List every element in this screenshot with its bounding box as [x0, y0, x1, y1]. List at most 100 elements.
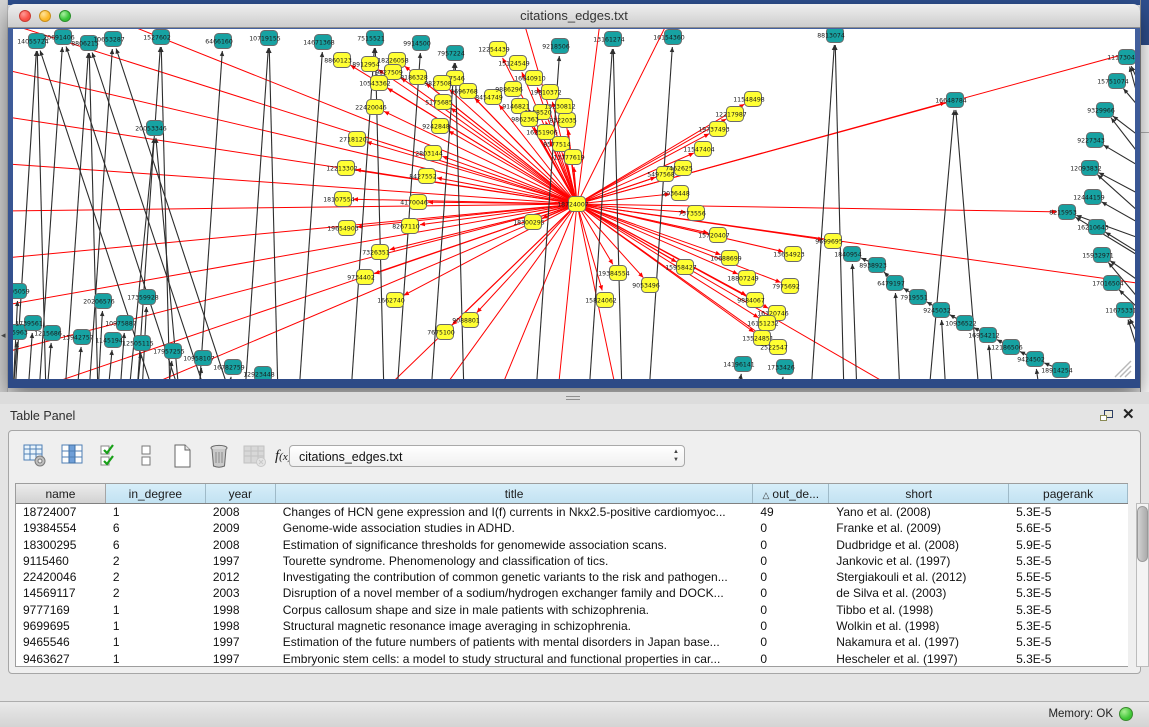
panel-splitter[interactable]: [0, 392, 1149, 404]
edge-arrowhead: [599, 285, 603, 290]
network-node-label: 15751074: [1097, 78, 1129, 85]
black-edge: [351, 48, 374, 379]
select-all-rows-icon[interactable]: [99, 443, 123, 469]
table-row[interactable]: 969969511998Structural magnetic resonanc…: [16, 618, 1128, 634]
network-node-label: 8813074: [817, 32, 845, 39]
black-edge: [28, 333, 32, 379]
network-node-label: 9053496: [632, 282, 660, 289]
red-edge: [463, 204, 577, 379]
black-edge: [1104, 145, 1135, 166]
network-node-label: 19654903: [327, 225, 359, 232]
column-header[interactable]: year: [206, 484, 276, 503]
delete-rows-icon[interactable]: [207, 443, 231, 469]
table-cell: 2: [106, 569, 206, 585]
network-node-label: 9329966: [1087, 107, 1115, 114]
network-node-label: 13942757: [62, 334, 94, 341]
table-row[interactable]: 946362711997Embryonic stem cells: a mode…: [16, 651, 1128, 667]
network-node-label: 8267110: [392, 223, 420, 230]
memory-ok-indicator[interactable]: [1119, 707, 1133, 721]
table-row[interactable]: 1872400712008Changes of HCN gene express…: [16, 504, 1128, 520]
network-node-label: 7573556: [678, 210, 706, 217]
left-collapsed-panel[interactable]: ◂: [0, 0, 8, 392]
network-node-label: 17957255: [153, 348, 185, 355]
table-cell: Corpus callosum shape and size in male p…: [276, 602, 754, 618]
table-cell: 5.6E-5: [1009, 520, 1128, 536]
table-cell: 5.9E-5: [1009, 537, 1128, 553]
table-row[interactable]: 2242004622012Investigating the contribut…: [16, 569, 1128, 585]
edge-arrowhead: [116, 48, 120, 53]
splitter-grip-icon[interactable]: [566, 394, 580, 402]
table-cell: 1: [106, 602, 206, 618]
red-edge: [577, 29, 713, 204]
network-canvas[interactable]: 1872400788601238912954182260589827509818…: [13, 29, 1135, 379]
table-row[interactable]: 1830029562008Estimation of significance …: [16, 537, 1128, 553]
edge-arrowhead: [418, 53, 422, 58]
table-row[interactable]: 946554611997Estimation of the future num…: [16, 634, 1128, 650]
table-scrollbar[interactable]: [1136, 503, 1149, 667]
table-cell: 18724007: [16, 504, 106, 520]
table-selector-dropdown[interactable]: citations_edges.txt ▲▼: [289, 445, 685, 467]
network-node-label: 8912954: [352, 61, 380, 68]
network-node-label: 13161274: [593, 36, 625, 43]
red-edge: [577, 204, 1057, 212]
network-node-label: 25205059: [13, 288, 30, 295]
black-edge: [269, 48, 278, 379]
network-node-label: 10975887: [105, 320, 137, 327]
edge-arrowhead: [420, 222, 425, 226]
network-node-label: 9242848: [422, 123, 450, 130]
panel-collapse-arrow-icon[interactable]: ◂: [1, 330, 6, 341]
network-node-label: 15958427: [665, 264, 697, 271]
table-row[interactable]: 1456911722003Disruption of a novel membe…: [16, 585, 1128, 601]
edge-arrowhead: [49, 343, 53, 348]
table-cell: de Silva et al. (2003): [829, 585, 1009, 601]
network-node-label: 18300295: [513, 219, 545, 226]
edge-arrowhead: [228, 377, 232, 379]
column-header[interactable]: name: [16, 484, 106, 503]
column-header[interactable]: pagerank: [1009, 484, 1128, 503]
window-titlebar[interactable]: citations_edges.txt: [8, 4, 1140, 28]
table-cell: 0: [753, 585, 829, 601]
network-node-label: 9245032: [923, 307, 951, 314]
network-node-label: 13654923: [773, 251, 805, 258]
memory-status-label: Memory: OK: [1048, 708, 1113, 720]
unselect-rows-icon[interactable]: [135, 443, 159, 469]
table-cell: 1: [106, 504, 206, 520]
network-node-label: 7462625: [665, 165, 693, 172]
network-node-label: 15824062: [585, 297, 617, 304]
network-node-label: 9699695: [815, 238, 843, 245]
select-column-icon[interactable]: [61, 443, 85, 469]
network-node-label: 2803144: [415, 150, 443, 157]
black-edge: [1099, 173, 1135, 194]
table-row[interactable]: 977716911998Corpus callosum shape and si…: [16, 602, 1128, 618]
column-header[interactable]: short: [829, 484, 1009, 503]
network-node-label: 12444159: [1073, 194, 1105, 201]
table-cell: 2008: [206, 504, 276, 520]
new-table-icon[interactable]: [171, 443, 195, 469]
column-header[interactable]: title: [276, 484, 754, 503]
network-svg: 1872400788601238912954182260589827509818…: [13, 29, 1135, 379]
table-cell: Changes of HCN gene expression and I(f) …: [276, 504, 754, 520]
network-node-label: 7957224: [437, 50, 465, 57]
table-cell: 1997: [206, 651, 276, 667]
table-cell: Genome-wide association studies in ADHD.: [276, 520, 754, 536]
network-view-window: citations_edges.txt 18724007886012389129…: [8, 4, 1140, 388]
table-cell: 5.3E-5: [1009, 634, 1128, 650]
table-cell: 5.3E-5: [1009, 602, 1128, 618]
table-scrollbar-thumb[interactable]: [1137, 506, 1148, 562]
network-node-label: 16154360: [653, 34, 685, 41]
table-row[interactable]: 1938455462009Genome-wide association stu…: [16, 520, 1128, 536]
table-cell: Dudbridge et al. (2008): [829, 537, 1009, 553]
table-cell: Tourette syndrome. Phenomenology and cla…: [276, 553, 754, 569]
column-header[interactable]: in_degree: [106, 484, 206, 503]
table-settings-icon[interactable]: [23, 443, 47, 469]
column-header[interactable]: △out_de...: [753, 484, 829, 503]
close-panel-icon[interactable]: ✕: [1122, 407, 1135, 423]
table-cell: 0: [753, 602, 829, 618]
float-window-icon[interactable]: [1100, 410, 1115, 423]
table-cell: 2003: [206, 585, 276, 601]
table-row[interactable]: 911546021997Tourette syndrome. Phenomeno…: [16, 553, 1128, 569]
table-toolbar: f(x) citations_edges.txt ▲▼: [17, 437, 1127, 477]
black-edge: [895, 293, 900, 379]
table-cell: 9465546: [16, 634, 106, 650]
edge-arrowhead: [670, 47, 674, 52]
